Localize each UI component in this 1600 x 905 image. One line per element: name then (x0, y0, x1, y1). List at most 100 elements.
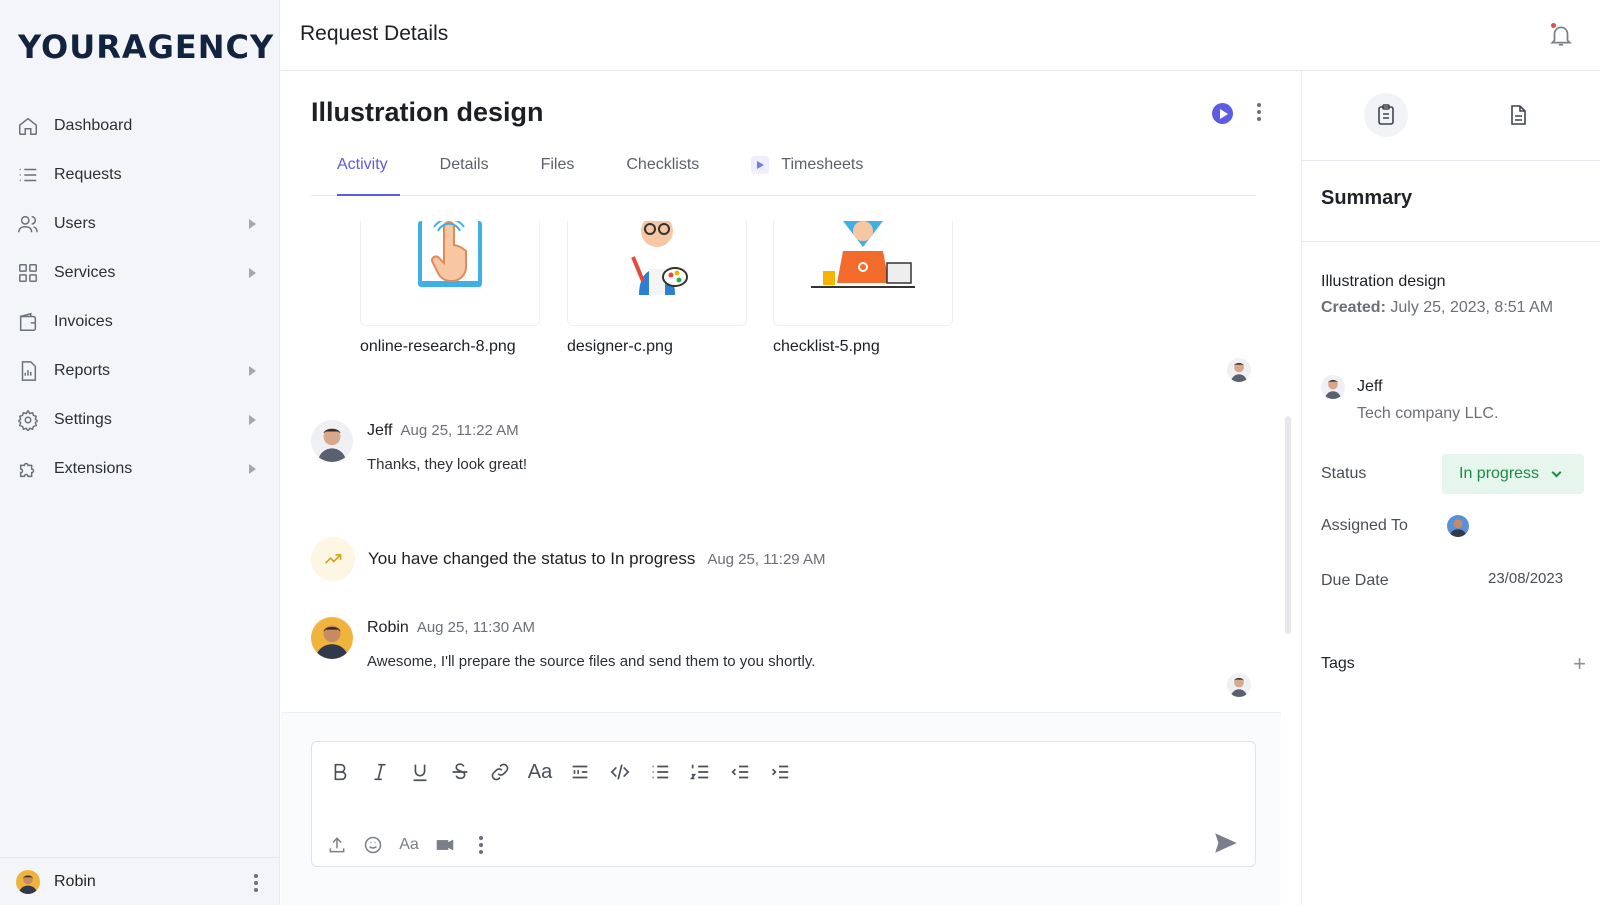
pointing-hand-illustration (418, 221, 482, 287)
text-format-icon[interactable]: Aa (398, 834, 420, 856)
sidebar-item-label: Invoices (54, 312, 113, 330)
sidebar-item-invoices[interactable]: Invoices (0, 297, 280, 346)
bell-icon[interactable] (1548, 22, 1574, 48)
sidebar-item-settings[interactable]: Settings (0, 395, 280, 444)
created-value: July 25, 2023, 8:51 AM (1390, 299, 1554, 316)
page-title: Request Details (300, 22, 449, 45)
request-title: Illustration design (311, 97, 544, 127)
tab-activity[interactable]: Activity (311, 151, 414, 196)
quote-icon[interactable] (566, 758, 594, 786)
file-name[interactable]: online-research-8.png (360, 338, 540, 356)
clipboard-icon[interactable] (1364, 93, 1408, 137)
divider (1302, 241, 1600, 242)
sidebar-item-services[interactable]: Services (0, 248, 280, 297)
tab-files[interactable]: Files (515, 151, 601, 195)
bold-icon[interactable] (326, 758, 354, 786)
summary-created: Created: July 25, 2023, 8:51 AM (1321, 299, 1553, 317)
video-icon[interactable] (434, 834, 456, 856)
grid-icon (16, 261, 40, 285)
underline-icon[interactable] (406, 758, 434, 786)
tab-details[interactable]: Details (414, 151, 515, 195)
message-composer[interactable]: Aa Aa (311, 741, 1256, 867)
sidebar-user[interactable]: Robin (0, 857, 280, 905)
sidebar-item-label: Services (54, 263, 116, 281)
request-more-icon[interactable] (1257, 103, 1261, 121)
italic-icon[interactable] (366, 758, 394, 786)
file-card[interactable]: checklist-5.png (773, 221, 953, 356)
message-header: Robin Aug 25, 11:30 AM (367, 619, 535, 637)
file-thumbnail[interactable] (567, 221, 747, 326)
users-icon (16, 212, 40, 236)
send-button[interactable] (1213, 830, 1239, 856)
sidebar-item-requests[interactable]: Requests (0, 150, 280, 199)
message-text: Awesome, I'll prepare the source files a… (367, 653, 816, 670)
assignee-avatar[interactable] (1447, 515, 1469, 537)
avatar (1321, 375, 1345, 399)
notification-dot (1551, 23, 1556, 28)
tab-checklists[interactable]: Checklists (600, 151, 725, 195)
submenu-arrow-icon (249, 365, 256, 376)
upload-icon[interactable] (326, 834, 348, 856)
document-icon[interactable] (1496, 93, 1540, 137)
home-icon (16, 114, 40, 138)
brand-logo[interactable]: YOURAGENCY (18, 28, 274, 66)
indent-icon[interactable] (766, 758, 794, 786)
code-icon[interactable] (606, 758, 634, 786)
client-name[interactable]: Jeff (1357, 378, 1383, 396)
file-name[interactable]: checklist-5.png (773, 338, 953, 356)
font-size-icon[interactable]: Aa (526, 758, 554, 786)
status-change-time: Aug 25, 11:29 AM (707, 550, 826, 568)
report-icon (16, 359, 40, 383)
message-time: Aug 25, 11:30 AM (416, 619, 535, 636)
format-toolbar: Aa (326, 758, 794, 786)
strikethrough-icon[interactable] (446, 758, 474, 786)
tab-timesheets[interactable]: Timesheets (725, 151, 889, 195)
due-date-label: Due Date (1321, 572, 1389, 589)
bulleted-list-icon[interactable] (646, 758, 674, 786)
composer-area: Aa Aa (281, 712, 1281, 905)
file-thumbnail[interactable] (773, 221, 953, 326)
summary-project: Illustration design (1321, 273, 1446, 290)
status-label: Status (1321, 465, 1367, 482)
summary-panel: Summary Illustration design Created: Jul… (1301, 71, 1600, 905)
outdent-icon[interactable] (726, 758, 754, 786)
request-main: Illustration design Activity Details Fil… (281, 71, 1301, 905)
due-date-value[interactable]: 23/08/2023 (1488, 570, 1563, 587)
created-label: Created: (1321, 299, 1386, 316)
chevron-down-icon (1551, 467, 1562, 477)
activity-feed[interactable]: online-research-8.png designer-c.png che… (281, 221, 1281, 711)
client-company: Tech company LLC. (1357, 405, 1499, 422)
numbered-list-icon[interactable] (686, 758, 714, 786)
file-name[interactable]: designer-c.png (567, 338, 747, 356)
link-icon[interactable] (486, 758, 514, 786)
topbar: Request Details (281, 0, 1600, 71)
message-text: Thanks, they look great! (367, 456, 528, 473)
sidebar-item-extensions[interactable]: Extensions (0, 444, 280, 493)
sidebar-item-label: Reports (54, 361, 111, 379)
file-card[interactable]: online-research-8.png (360, 221, 540, 356)
composer-actions: Aa (326, 834, 492, 856)
sidebar-item-label: Users (54, 214, 96, 232)
list-icon (16, 163, 40, 187)
emoji-icon[interactable] (362, 834, 384, 856)
user-name: Robin (54, 872, 96, 890)
start-timer-button[interactable] (1212, 103, 1233, 124)
avatar (311, 420, 353, 462)
activity-scrollbar[interactable] (1285, 416, 1291, 634)
status-dropdown[interactable]: In progress (1442, 454, 1584, 494)
submenu-arrow-icon (249, 414, 256, 425)
tags-label: Tags (1321, 655, 1355, 672)
status-value: In progress (1459, 465, 1540, 482)
sidebar-item-label: Settings (54, 410, 112, 428)
sidebar-item-dashboard[interactable]: Dashboard (0, 101, 280, 150)
more-icon[interactable] (470, 834, 492, 856)
add-tag-button[interactable]: + (1573, 651, 1586, 677)
file-card[interactable]: designer-c.png (567, 221, 747, 356)
sidebar-item-label: Extensions (54, 459, 133, 477)
timesheet-play-icon (751, 156, 770, 174)
status-change-text: You have changed the status to In progre… (368, 549, 696, 568)
sidebar-item-users[interactable]: Users (0, 199, 280, 248)
sidebar-item-reports[interactable]: Reports (0, 346, 280, 395)
more-icon[interactable] (254, 874, 258, 892)
file-thumbnail[interactable] (360, 221, 540, 326)
